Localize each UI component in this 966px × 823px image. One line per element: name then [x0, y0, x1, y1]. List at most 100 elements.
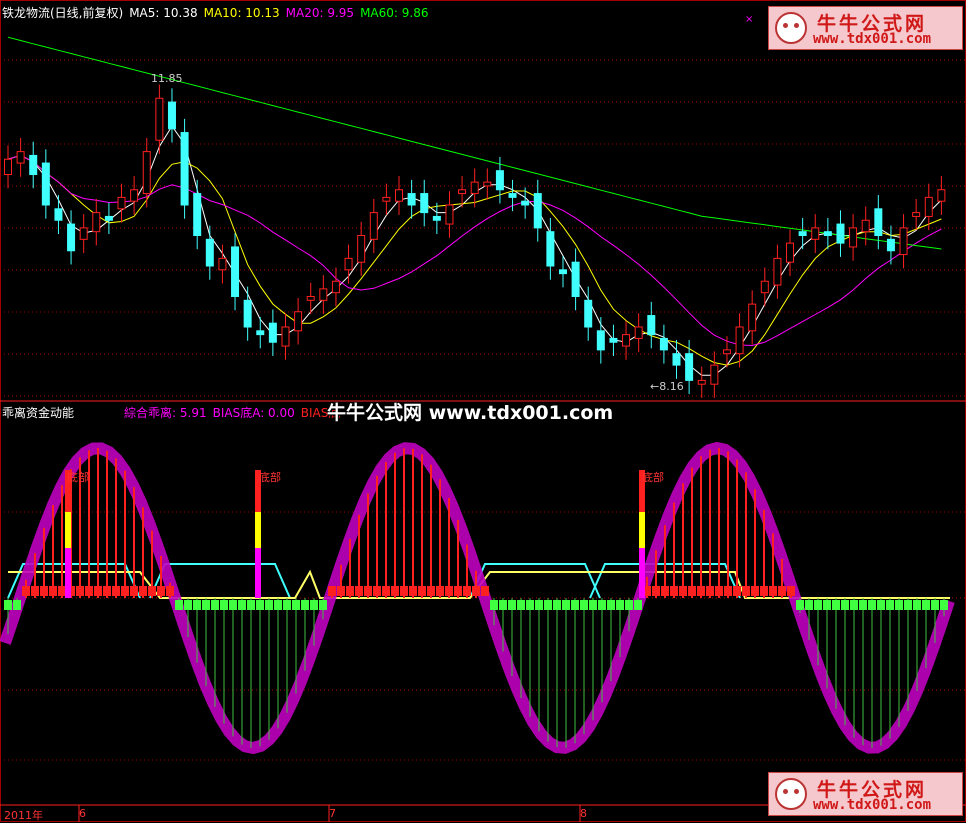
green-block [175, 600, 183, 610]
ma20-value: MA20: 9.95 [285, 6, 355, 20]
red-block [688, 586, 696, 596]
composite-bias-value: 綜合乖离: 5.91 [124, 406, 207, 420]
green-block [508, 600, 516, 610]
candle-body [937, 189, 946, 202]
red-block [103, 586, 111, 596]
green-block [805, 600, 813, 610]
x-axis-month-8: 8 [580, 807, 587, 820]
green-block [850, 600, 858, 610]
candle-body [760, 280, 769, 294]
candle-body [697, 379, 706, 385]
bottom-signal-magenta [639, 548, 645, 598]
candle-body [294, 311, 303, 332]
green-block [499, 600, 507, 610]
red-block [346, 586, 354, 596]
candle-body [622, 334, 631, 347]
green-block [598, 600, 606, 610]
candle-body [596, 330, 605, 351]
bottom-signal-yellow [255, 512, 261, 548]
red-block [715, 586, 723, 596]
candle-body [735, 326, 744, 355]
candle-body [836, 223, 845, 244]
red-block [418, 586, 426, 596]
green-block [265, 600, 273, 610]
red-block [472, 586, 480, 596]
x-axis-month-7: 7 [329, 807, 336, 820]
green-block [283, 600, 291, 610]
green-block [229, 600, 237, 610]
green-block [319, 600, 327, 610]
red-block [139, 586, 147, 596]
green-block [823, 600, 831, 610]
bias-a-value: BIAS底A: 0.00 [212, 406, 295, 420]
bottom-signal-magenta [65, 548, 71, 598]
green-block [13, 600, 21, 610]
candle-body [710, 364, 719, 385]
candle-body [495, 170, 504, 191]
red-block [760, 586, 768, 596]
green-block [931, 600, 939, 610]
candle-body [823, 231, 832, 236]
red-block [427, 586, 435, 596]
green-block [940, 600, 948, 610]
red-block [733, 586, 741, 596]
candle-body [41, 162, 50, 206]
candle-body [268, 322, 277, 343]
candle-body [533, 193, 542, 229]
candle-body [521, 200, 530, 206]
candle-body [67, 223, 76, 252]
candle-body [369, 212, 378, 240]
x-axis-month-6: 6 [79, 807, 86, 820]
candle-body [155, 97, 164, 141]
candle-body [382, 196, 391, 202]
red-block [382, 586, 390, 596]
red-block [391, 586, 399, 596]
candle-body [609, 337, 618, 343]
red-block [751, 586, 759, 596]
ma60-line [7, 36, 942, 250]
green-block [904, 600, 912, 610]
green-block [301, 600, 309, 610]
green-block [517, 600, 525, 610]
candle-body [92, 212, 101, 233]
x-axis-year: 2011年 [4, 809, 43, 822]
red-block [706, 586, 714, 596]
red-block [787, 586, 795, 596]
red-block [409, 586, 417, 596]
green-block [292, 600, 300, 610]
candle-body [218, 257, 227, 271]
cow-logo-icon [775, 12, 807, 44]
candle-body [924, 196, 933, 217]
red-block [112, 586, 120, 596]
green-block [886, 600, 894, 610]
red-block [436, 586, 444, 596]
candle-body [344, 257, 353, 271]
green-block [589, 600, 597, 610]
green-block [634, 600, 642, 610]
red-block [121, 586, 129, 596]
ma10-value: MA10: 10.13 [203, 6, 280, 20]
candle-body [193, 193, 202, 236]
candle-body [483, 181, 492, 187]
green-block [913, 600, 921, 610]
candle-body [104, 215, 113, 221]
candle-body [407, 193, 416, 206]
candle-body [798, 231, 807, 236]
candle-body [861, 219, 870, 233]
green-block [625, 600, 633, 610]
candle-body [167, 101, 176, 130]
logo-bottom: 牛牛公式网 www.tdx001.com [768, 772, 963, 816]
ma5-value: MA5: 10.38 [129, 6, 198, 20]
red-block [166, 586, 174, 596]
green-block [526, 600, 534, 610]
candle-body [786, 242, 795, 263]
candle-body [331, 280, 340, 294]
green-block [832, 600, 840, 610]
candle-body [54, 208, 63, 221]
red-block [355, 586, 363, 596]
green-block [607, 600, 615, 610]
marker-x: × [745, 14, 754, 25]
logo-top: 牛牛公式网 www.tdx001.com [768, 6, 963, 50]
green-block [895, 600, 903, 610]
candle-body [558, 269, 567, 275]
